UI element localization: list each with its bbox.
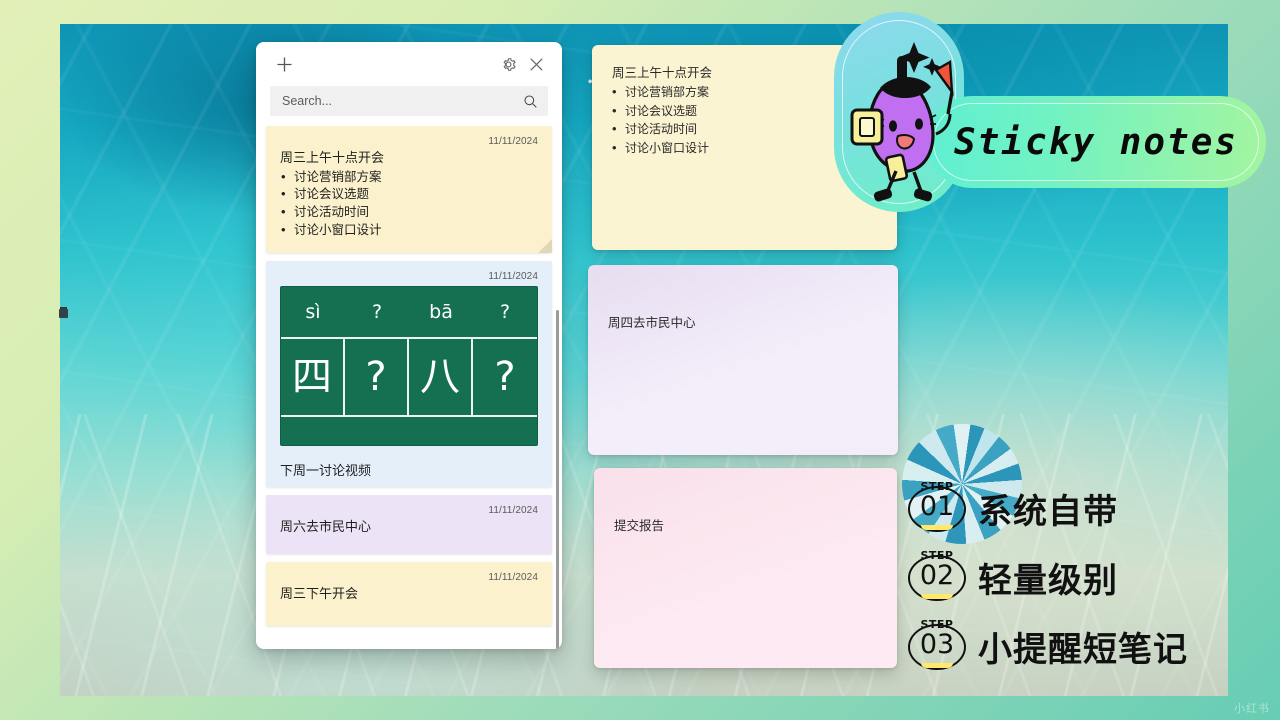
search-box[interactable]: [270, 86, 548, 116]
pinyin-cell: ?: [499, 300, 511, 323]
step-number: 02: [919, 559, 955, 591]
note-date: 11/11/2024: [488, 572, 538, 583]
plus-icon: [277, 57, 291, 71]
close-icon: [529, 57, 543, 71]
sticky-note-purple[interactable]: 周四去市民中心: [588, 265, 898, 455]
character-cell: ?: [345, 338, 409, 415]
step-number: 03: [919, 628, 955, 660]
step-label: 小提醒短笔记: [978, 630, 1188, 670]
note-bullet-list: 讨论营销部方案 讨论会议选题 讨论活动时间 讨论小窗口设计: [280, 168, 538, 240]
pinyin-cell: ?: [371, 300, 383, 323]
list-item[interactable]: 11/11/2024 周三下午开会: [266, 562, 552, 626]
pinyin-cell: bā: [429, 300, 453, 323]
search-icon[interactable]: [523, 94, 538, 109]
chalkboard-footer-strip: [281, 414, 537, 445]
gear-icon: [502, 57, 516, 71]
character-cell: 八: [409, 338, 473, 415]
step-label: 轻量级别: [978, 561, 1118, 601]
character-cell: ?: [494, 353, 516, 400]
note-title: 提交报告: [614, 519, 665, 533]
step-row: STEP 01 系统自带: [904, 474, 1280, 543]
step-number: 01: [919, 490, 955, 522]
step-badge: STEP 02: [904, 549, 970, 607]
note-title: 周三下午开会: [280, 586, 359, 601]
boat-speck-icon: [59, 309, 68, 318]
step-underline-highlight: [921, 593, 953, 599]
search-row: [256, 86, 562, 126]
chalkboard-image: sì ? bā ? 四 ? 八 ?: [280, 285, 538, 446]
search-input[interactable]: [282, 94, 523, 108]
note-date: 11/11/2024: [488, 504, 538, 516]
step-row: STEP 02 轻量级别: [904, 543, 1280, 612]
add-note-button[interactable]: [270, 50, 298, 78]
watermark-text: 小红书: [1234, 703, 1270, 715]
notes-list[interactable]: 11/11/2024 周三上午十点开会 讨论营销部方案 讨论会议选题 讨论活动时…: [256, 126, 562, 639]
step-label: 系统自带: [978, 492, 1118, 532]
step-badge: STEP 01: [904, 480, 970, 538]
close-button[interactable]: [522, 50, 550, 78]
sticky-note-pink[interactable]: 提交报告: [594, 468, 897, 668]
list-item[interactable]: 11/11/2024 sì ? bā ? 四 ? 八 ? 下周一讨论视频: [266, 260, 552, 487]
window-titlebar: [256, 42, 562, 86]
sticky-notes-badge: Sticky notes: [834, 8, 1266, 218]
note-bullet: 讨论活动时间: [280, 203, 538, 222]
chalkboard-character-row: 四 ? 八 ?: [281, 336, 537, 415]
notes-list-scrollbar[interactable]: [556, 310, 559, 649]
note-title: 周三上午十点开会: [280, 150, 385, 165]
list-item[interactable]: 11/11/2024 周六去市民中心: [266, 494, 552, 554]
note-bullet: 讨论营销部方案: [280, 168, 538, 187]
note-bullet: 讨论小窗口设计: [280, 221, 538, 240]
note-date: 11/11/2024: [488, 270, 538, 282]
step-badge: STEP 03: [904, 618, 970, 676]
step-row: STEP 03 小提醒短笔记: [904, 612, 1280, 681]
pinyin-cell: sì: [305, 300, 321, 323]
sticky-notes-list-window[interactable]: 11/11/2024 周三上午十点开会 讨论营销部方案 讨论会议选题 讨论活动时…: [256, 42, 562, 649]
note-title: 周六去市民中心: [280, 518, 372, 534]
note-date: 11/11/2024: [488, 136, 538, 147]
step-underline-highlight: [921, 662, 953, 668]
step-list: STEP 01 系统自带 STEP 02 轻量级别 STEP 03 小提醒短笔记: [904, 474, 1280, 681]
note-caption: 下周一讨论视频: [280, 462, 372, 478]
badge-title: Sticky notes: [953, 121, 1239, 163]
note-bullet: 讨论会议选题: [280, 185, 538, 204]
corner-fold-icon: [538, 238, 552, 253]
list-item[interactable]: 11/11/2024 周三上午十点开会 讨论营销部方案 讨论会议选题 讨论活动时…: [266, 126, 552, 253]
character-cell: 四: [281, 338, 345, 415]
step-underline-highlight: [921, 524, 953, 530]
note-title: 周四去市民中心: [608, 316, 696, 330]
settings-button[interactable]: [494, 50, 522, 78]
chalkboard-pinyin-row: sì ? bā ?: [281, 287, 537, 337]
